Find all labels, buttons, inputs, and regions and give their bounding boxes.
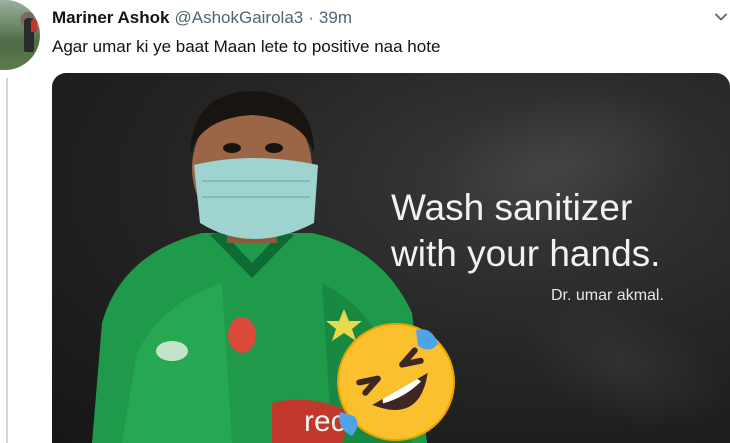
avatar-shirt [31, 20, 37, 32]
quote-text: Wash sanitizer with your hands. [391, 185, 660, 277]
separator-dot: · [308, 8, 314, 27]
display-name[interactable]: Mariner Ashok [52, 8, 169, 28]
quote-attribution: Dr. umar akmal. [551, 287, 664, 304]
timestamp[interactable]: 39m [319, 8, 352, 28]
tweet-media[interactable]: rec Wash sanitizer with your hands. Dr. … [52, 73, 730, 443]
quote-line-1: Wash sanitizer [391, 187, 633, 228]
user-handle[interactable]: @AshokGairola3 [174, 8, 303, 28]
thread-line [6, 78, 8, 443]
tweet-text: Agar umar ki ye baat Maan lete to positi… [52, 37, 441, 56]
chevron-down-icon[interactable] [714, 10, 728, 24]
avatar[interactable] [0, 0, 40, 70]
laughing-emoji-icon [337, 323, 455, 441]
quote-line-2: with your hands. [391, 233, 661, 274]
tweet-header: Mariner Ashok @AshokGairola3 · 39m [52, 7, 352, 29]
